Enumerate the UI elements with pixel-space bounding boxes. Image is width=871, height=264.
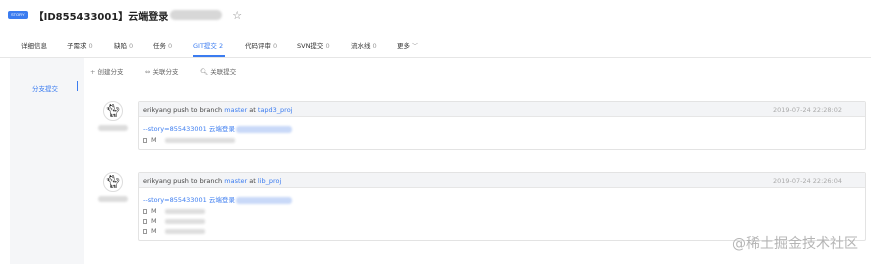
page-title: 【ID855433001】云端登录	[33, 11, 169, 23]
file-row: M	[143, 207, 205, 215]
tab-svn-commits[interactable]: SVN提交 0	[297, 40, 330, 50]
commit-header: erikyang push to branch master at tapd3_…	[139, 102, 865, 117]
blurred-title-suffix	[170, 10, 223, 20]
file-icon	[143, 228, 147, 234]
tab-more[interactable]: 更多 ﹀	[397, 40, 418, 50]
commit-time: 2019-07-24 22:28:02	[772, 106, 842, 114]
search-icon: 🔍︎	[200, 68, 209, 76]
commit-action: push to branch	[173, 177, 223, 185]
commit-action: push to branch	[173, 106, 223, 114]
tab-defects[interactable]: 缺陷 0	[114, 40, 133, 50]
blurred-username	[98, 196, 128, 202]
file-row: M	[143, 136, 235, 144]
link-icon: ⇔	[145, 68, 151, 76]
repo-link[interactable]: tapd3_proj	[258, 106, 293, 114]
watermark: @稀土掘金技术社区	[732, 236, 858, 252]
create-branch-button[interactable]: + 创建分支	[90, 66, 123, 76]
story-link[interactable]: --story=855433001 云端登录	[143, 194, 292, 204]
repo-link[interactable]: lib_proj	[258, 177, 281, 185]
star-icon[interactable]: ☆	[232, 9, 242, 22]
branch-link[interactable]: master	[224, 106, 247, 114]
branch-link[interactable]: master	[224, 177, 247, 185]
avatar: 🐈︎	[103, 172, 123, 192]
file-icon	[143, 137, 147, 143]
commit-author: erikyang	[143, 106, 172, 114]
file-icon	[143, 218, 147, 224]
file-row: M	[143, 227, 205, 235]
commit-card: erikyang push to branch master at lib_pr…	[138, 172, 866, 241]
tab-details[interactable]: 详细信息	[21, 40, 47, 50]
tab-git-commits[interactable]: GIT提交 2	[193, 40, 223, 50]
sidebar-active-indicator	[77, 81, 78, 91]
sidebar-item-branch-commits[interactable]: 分支提交	[32, 83, 58, 93]
tab-tasks[interactable]: 任务 0	[153, 40, 172, 50]
tab-pipeline[interactable]: 流水线 0	[351, 40, 377, 50]
tab-sub-requirements[interactable]: 子需求 0	[67, 40, 93, 50]
active-tab-indicator	[193, 55, 225, 57]
file-row: M	[143, 217, 205, 225]
commit-header: erikyang push to branch master at lib_pr…	[139, 173, 865, 188]
tab-bar: 详细信息 子需求 0 缺陷 0 任务 0 GIT提交 2 代码评审 0 SVN提交 0 流水…	[0, 34, 871, 58]
chevron-down-icon: ﹀	[412, 43, 419, 50]
commit-author: erikyang	[143, 177, 172, 185]
tab-code-review[interactable]: 代码评审 0	[245, 40, 277, 50]
sidebar: 分支提交	[10, 58, 84, 264]
blurred-username	[98, 125, 128, 131]
commit-time: 2019-07-24 22:26:04	[772, 177, 842, 185]
story-link[interactable]: --story=855433001 云端登录	[143, 123, 292, 133]
plus-icon: +	[90, 68, 96, 76]
link-branch-button[interactable]: ⇔ 关联分支	[145, 66, 178, 76]
link-commit-button[interactable]: 🔍︎ 关联提交	[200, 66, 236, 76]
page-header: STORY 【ID855433001】云端登录 ☆	[0, 0, 871, 30]
file-icon	[143, 208, 147, 214]
story-badge: STORY	[8, 11, 28, 19]
commit-card: erikyang push to branch master at tapd3_…	[138, 101, 866, 150]
avatar: 🐈︎	[103, 101, 123, 121]
